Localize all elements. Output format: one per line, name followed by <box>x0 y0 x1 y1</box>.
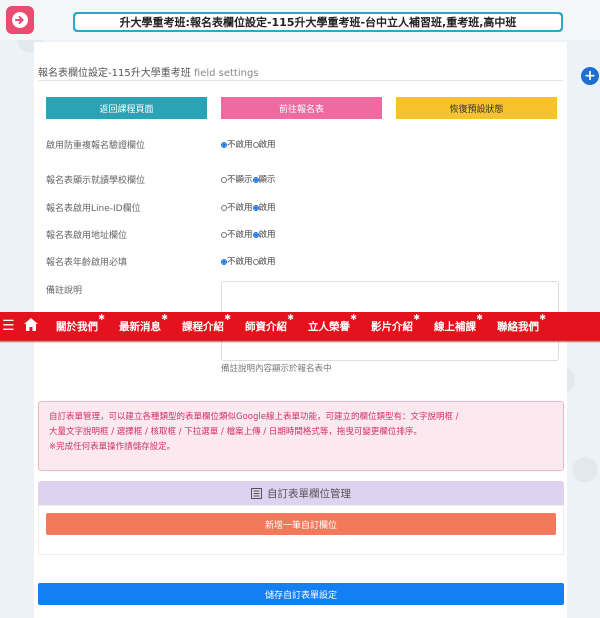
nav-item-courses[interactable]: 課程介紹 ✱ <box>182 313 231 334</box>
logout-button[interactable] <box>6 6 34 34</box>
site-navbar: ☰ 關於我們 ✱ 最新消息 ✱ 課程介紹 ✱ 師資介紹 ✱ 立人榮譽 ✱ 影片介紹 ✱ 線上… <box>0 312 600 340</box>
custom-form-panel-header: 自訂表單欄位管理 <box>38 481 564 505</box>
info-line: 大量文字說明框 / 選擇框 / 核取框 / 下拉選單 / 檔案上傳 / 日期時間… <box>49 427 422 437</box>
nav-item-contact[interactable]: 聯絡我們 ✱ <box>497 313 546 334</box>
radio-label: 啟用 <box>258 203 276 213</box>
nav-item-about[interactable]: 關於我們 ✱ <box>56 313 105 334</box>
go-to-form-button[interactable]: 前往報名表 <box>221 97 382 119</box>
custom-form-panel-title: 自訂表單欄位管理 <box>267 487 351 500</box>
setting-label-duplicate-check: 啟用防重複報名驗證欄位 <box>46 141 146 151</box>
setting-options-line-id: 不啟用 啟用 <box>221 201 276 213</box>
radio-label: 啟用 <box>258 230 276 240</box>
navbar-shadow <box>0 340 600 343</box>
nav-item-online-makeup[interactable]: 線上補課 ✱ <box>434 313 483 334</box>
star-icon: ✱ <box>539 312 546 322</box>
setting-label-school: 報名表顯示就讀學校欄位 <box>46 176 146 186</box>
star-icon: ✱ <box>98 312 105 322</box>
radio-label: 顯示 <box>258 175 276 185</box>
nav-item-label: 聯絡我們 <box>497 320 539 333</box>
nav-item-label: 師資介紹 <box>245 320 287 333</box>
notes-hint: 備註說明內容顯示於報名表中 <box>221 364 332 374</box>
radio-label: 不啟用 <box>227 140 253 150</box>
radio-label: 不啟用 <box>227 257 253 267</box>
exit-icon <box>12 12 28 28</box>
setting-options-age-required: 不啟用 啟用 <box>221 255 276 267</box>
nav-item-news[interactable]: 最新消息 ✱ <box>119 313 168 334</box>
setting-options-duplicate-check: 不啟用 啟用 <box>221 138 276 150</box>
setting-label-line-id: 報名表啟用Line-ID欄位 <box>46 204 141 214</box>
setting-options-school: 不顯示 顯示 <box>221 173 276 185</box>
add-floating-button[interactable]: + <box>581 67 599 85</box>
radio-label: 啟用 <box>258 257 276 267</box>
star-icon: ✱ <box>350 312 357 322</box>
radio-label: 不啟用 <box>227 230 253 240</box>
radio-label: 不啟用 <box>227 203 253 213</box>
setting-options-address: 不啟用 啟用 <box>221 228 276 240</box>
section-title-text: 報名表欄位設定-115升大學重考班 <box>38 68 191 79</box>
section-title-en: field settings <box>193 68 259 79</box>
info-line: 自訂表單管理，可以建立各種類型的表單欄位類似Google線上表單功能，可建立的欄… <box>49 412 459 422</box>
page-title: 升大學重考班:報名表欄位設定-115升大學重考班-台中立人補習班,重考班,高中班 <box>75 14 561 30</box>
nav-item-teachers[interactable]: 師資介紹 ✱ <box>245 313 294 334</box>
star-icon: ✱ <box>224 312 231 322</box>
nav-item-label: 最新消息 <box>119 320 161 333</box>
star-icon: ✱ <box>161 312 168 322</box>
nav-item-label: 影片介紹 <box>371 320 413 333</box>
star-icon: ✱ <box>413 312 420 322</box>
nav-item-label: 線上補課 <box>434 320 476 333</box>
restore-default-button[interactable]: 恢復預設狀態 <box>396 97 557 119</box>
star-icon: ✱ <box>287 312 294 322</box>
star-icon: ✱ <box>476 312 483 322</box>
save-custom-form-button[interactable]: 儲存自訂表單設定 <box>38 583 564 605</box>
divider <box>38 80 563 81</box>
custom-form-info-box: 自訂表單管理，可以建立各種類型的表單欄位類似Google線上表單功能，可建立的欄… <box>38 401 564 471</box>
nav-item-label: 課程介紹 <box>182 320 224 333</box>
info-line: ※完成任何表單操作請儲存設定。 <box>49 442 176 452</box>
nav-item-honors[interactable]: 立人榮譽 ✱ <box>308 313 357 334</box>
section-title: 報名表欄位設定-115升大學重考班 field settings <box>38 64 259 79</box>
setting-label-age-required: 報名表年齡啟用必填 <box>46 258 128 268</box>
radio-label: 不顯示 <box>227 175 253 185</box>
hamburger-menu-icon[interactable]: ☰ <box>2 318 18 334</box>
radio-label: 啟用 <box>258 140 276 150</box>
setting-label-address: 報名表啟用地址欄位 <box>46 231 128 241</box>
list-icon <box>251 487 262 499</box>
page-title-pill: 升大學重考班:報名表欄位設定-115升大學重考班-台中立人補習班,重考班,高中班 <box>73 12 563 32</box>
back-to-course-button[interactable]: 返回課程頁面 <box>46 97 207 119</box>
header-bar: 升大學重考班:報名表欄位設定-115升大學重考班-台中立人補習班,重考班,高中班 <box>0 0 600 40</box>
notes-label: 備註說明 <box>46 286 83 296</box>
nav-item-label: 關於我們 <box>56 320 98 333</box>
add-custom-field-button[interactable]: 新增一筆自訂欄位 <box>46 513 556 535</box>
nav-item-videos[interactable]: 影片介紹 ✱ <box>371 313 420 334</box>
nav-item-label: 立人榮譽 <box>308 320 350 333</box>
home-icon[interactable] <box>24 318 38 334</box>
